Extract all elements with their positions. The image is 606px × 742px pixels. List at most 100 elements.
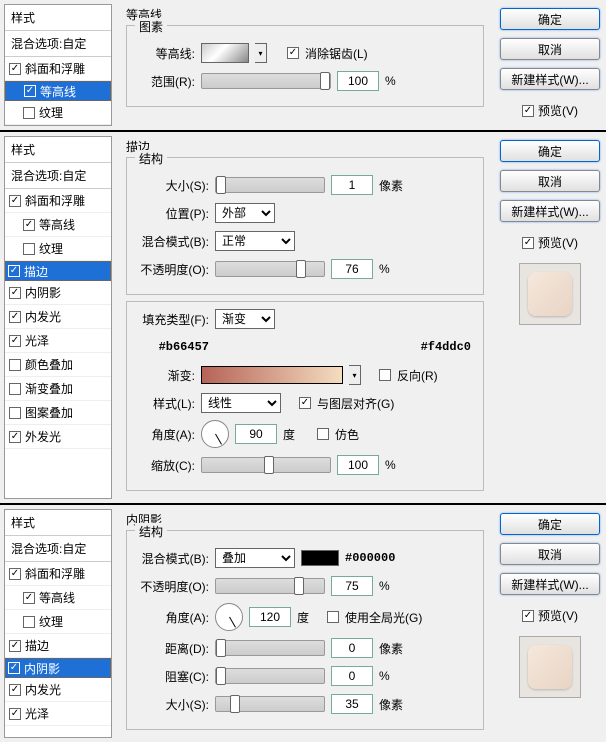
grad-style-select[interactable]: 线性	[201, 393, 281, 413]
blend-select[interactable]: 叠加	[215, 548, 295, 568]
range-input[interactable]	[337, 71, 379, 91]
style-sidebar: 样式 混合选项:自定 斜面和浮雕 等高线 纹理 描边 内阴影 内发光 光泽	[4, 509, 112, 738]
gradient-preview[interactable]	[201, 366, 343, 384]
blend-select[interactable]: 正常	[215, 231, 295, 251]
size-slider[interactable]	[215, 696, 325, 712]
angle-dial[interactable]	[215, 603, 243, 631]
sidebar-item-inner-shadow[interactable]: 内阴影	[5, 281, 111, 305]
right-col: 确定 取消 新建样式(W)... 预览(V)	[494, 0, 606, 130]
blend-options[interactable]: 混合选项:自定	[5, 31, 111, 57]
sidebar-item-inner-shadow[interactable]: 内阴影	[5, 658, 111, 678]
chevron-down-icon[interactable]: ▾	[349, 365, 361, 385]
choke-input[interactable]	[331, 666, 373, 686]
sidebar-item-bevel[interactable]: 斜面和浮雕	[5, 57, 111, 81]
sidebar-item-texture[interactable]: 纹理	[5, 101, 111, 125]
chevron-down-icon[interactable]: ▾	[255, 43, 267, 63]
sidebar-item-contour[interactable]: 等高线	[5, 213, 111, 237]
sidebar-title: 样式	[5, 5, 111, 31]
contour-thumbnail[interactable]	[201, 43, 249, 63]
preview-thumbnail	[519, 636, 581, 698]
size-input[interactable]	[331, 694, 373, 714]
range-slider[interactable]	[201, 73, 331, 89]
opacity-slider[interactable]	[215, 261, 325, 277]
preview-checkbox[interactable]	[522, 105, 534, 117]
style-sidebar: 样式 混合选项:自定 斜面和浮雕 等高线 纹理 描边 内阴影 内发光 光泽 颜色…	[4, 136, 112, 499]
style-sidebar: 样式 混合选项:自定 斜面和浮雕 等高线 纹理	[4, 4, 112, 126]
preview-checkbox[interactable]	[522, 237, 534, 249]
group-structure: 结构 大小(S):像素 位置(P):外部 混合模式(B):正常 不透明度(O):…	[126, 157, 484, 295]
angle-dial[interactable]	[201, 420, 229, 448]
position-select[interactable]: 外部	[215, 203, 275, 223]
main-panel: 等高线 图素 等高线: ▾ 消除锯齿(L) 范围(R): %	[116, 0, 494, 130]
distance-input[interactable]	[331, 638, 373, 658]
global-light-checkbox[interactable]	[327, 611, 339, 623]
group-fill: 填充类型(F):渐变 #b66457#f4ddc0 渐变:▾反向(R) 样式(L…	[126, 301, 484, 491]
color-swatch[interactable]	[301, 550, 339, 566]
scale-slider[interactable]	[201, 457, 331, 473]
group-structure: 结构 混合模式(B):叠加#000000 不透明度(O):% 角度(A):度使用…	[126, 530, 484, 730]
align-checkbox[interactable]	[299, 397, 311, 409]
sidebar-item-inner-glow[interactable]: 内发光	[5, 678, 111, 702]
sidebar-item-stroke[interactable]: 描边	[5, 634, 111, 658]
sidebar-item-pattern-overlay[interactable]: 图案叠加	[5, 401, 111, 425]
distance-slider[interactable]	[215, 640, 325, 656]
sidebar-item-bevel[interactable]: 斜面和浮雕	[5, 189, 111, 213]
sidebar-item-inner-glow[interactable]: 内发光	[5, 305, 111, 329]
size-input[interactable]	[331, 175, 373, 195]
dialog-stroke: 样式 混合选项:自定 斜面和浮雕 等高线 纹理 描边 内阴影 内发光 光泽 颜色…	[0, 132, 606, 505]
sidebar-item-color-overlay[interactable]: 颜色叠加	[5, 353, 111, 377]
new-style-button[interactable]: 新建样式(W)...	[500, 573, 600, 595]
range-label: 范围(R):	[139, 73, 195, 90]
sidebar-item-gradient-overlay[interactable]: 渐变叠加	[5, 377, 111, 401]
angle-input[interactable]	[249, 607, 291, 627]
main-panel: 内阴影 结构 混合模式(B):叠加#000000 不透明度(O):% 角度(A)…	[116, 505, 494, 742]
dialog-inner-shadow: 样式 混合选项:自定 斜面和浮雕 等高线 纹理 描边 内阴影 内发光 光泽 内阴…	[0, 505, 606, 742]
hex-left: #b66457	[139, 340, 209, 354]
panel-title: 等高线	[126, 6, 484, 23]
scale-input[interactable]	[337, 455, 379, 475]
sidebar-item-satin[interactable]: 光泽	[5, 702, 111, 726]
sidebar-item-texture[interactable]: 纹理	[5, 237, 111, 261]
right-col: 确定 取消 新建样式(W)... 预览(V)	[494, 505, 606, 742]
opacity-input[interactable]	[331, 576, 373, 596]
checkbox-icon[interactable]	[9, 63, 21, 75]
angle-input[interactable]	[235, 424, 277, 444]
cancel-button[interactable]: 取消	[500, 543, 600, 565]
new-style-button[interactable]: 新建样式(W)...	[500, 200, 600, 222]
sidebar-item-contour[interactable]: 等高线	[5, 81, 111, 101]
right-col: 确定 取消 新建样式(W)... 预览(V)	[494, 132, 606, 503]
checkbox-icon[interactable]	[23, 107, 35, 119]
choke-slider[interactable]	[215, 668, 325, 684]
hex-value: #000000	[345, 551, 395, 565]
opacity-input[interactable]	[331, 259, 373, 279]
dither-checkbox[interactable]	[317, 428, 329, 440]
preview-thumbnail	[519, 263, 581, 325]
contour-label: 等高线:	[139, 45, 195, 62]
size-slider[interactable]	[215, 177, 325, 193]
sidebar-item-bevel[interactable]: 斜面和浮雕	[5, 562, 111, 586]
blend-options[interactable]: 混合选项:自定	[5, 536, 111, 562]
main-panel: 描边 结构 大小(S):像素 位置(P):外部 混合模式(B):正常 不透明度(…	[116, 132, 494, 503]
fill-type-select[interactable]: 渐变	[215, 309, 275, 329]
sidebar-item-outer-glow[interactable]: 外发光	[5, 425, 111, 449]
new-style-button[interactable]: 新建样式(W)...	[500, 68, 600, 90]
sidebar-item-stroke[interactable]: 描边	[5, 261, 111, 281]
antialias-checkbox[interactable]	[287, 47, 299, 59]
dialog-contour: 样式 混合选项:自定 斜面和浮雕 等高线 纹理 等高线 图素 等高线: ▾ 消除…	[0, 0, 606, 132]
blend-options[interactable]: 混合选项:自定	[5, 163, 111, 189]
cancel-button[interactable]: 取消	[500, 170, 600, 192]
antialias-label: 消除锯齿(L)	[305, 45, 368, 62]
preview-checkbox[interactable]	[522, 610, 534, 622]
checkbox-icon[interactable]	[24, 85, 36, 97]
ok-button[interactable]: 确定	[500, 140, 600, 162]
ok-button[interactable]: 确定	[500, 8, 600, 30]
group-elements: 图素 等高线: ▾ 消除锯齿(L) 范围(R): %	[126, 25, 484, 107]
sidebar-item-satin[interactable]: 光泽	[5, 329, 111, 353]
reverse-checkbox[interactable]	[379, 369, 391, 381]
sidebar-item-texture[interactable]: 纹理	[5, 610, 111, 634]
opacity-slider[interactable]	[215, 578, 325, 594]
ok-button[interactable]: 确定	[500, 513, 600, 535]
hex-right: #f4ddc0	[421, 340, 471, 354]
sidebar-item-contour[interactable]: 等高线	[5, 586, 111, 610]
cancel-button[interactable]: 取消	[500, 38, 600, 60]
